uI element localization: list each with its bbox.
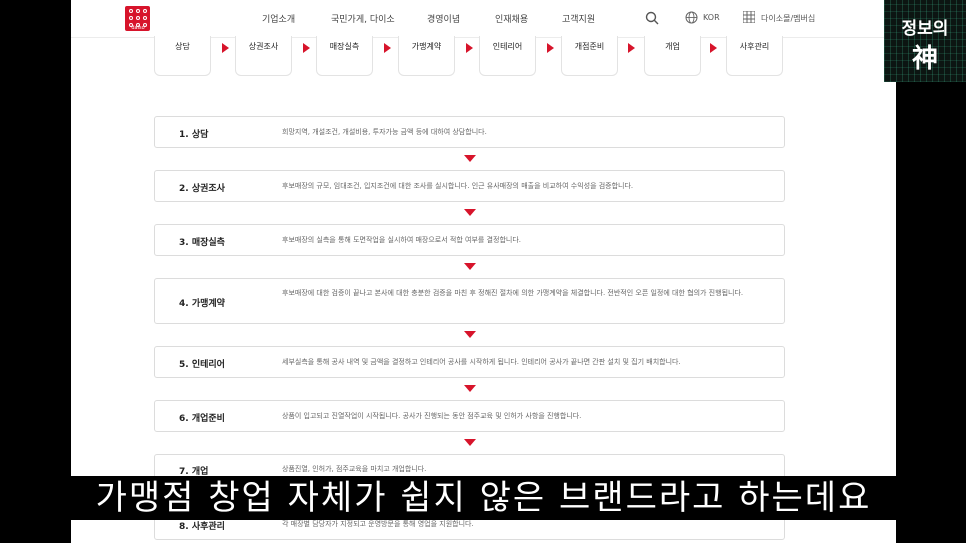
process-step-row: 5. 인테리어 세부실측을 통해 공사 내역 및 금액을 결정하고 인테리어 공… bbox=[154, 346, 785, 378]
logo-text: daiso bbox=[131, 25, 145, 31]
tab-step-1[interactable]: 상담 bbox=[154, 36, 211, 76]
step-title: 5. 인테리어 bbox=[179, 360, 225, 370]
nav-item-careers[interactable]: 인재채용 bbox=[495, 12, 528, 25]
tab-step-8[interactable]: 사후관리 bbox=[726, 36, 783, 76]
step-description: 희망지역, 개설조건, 개설비용, 투자가능 금액 등에 대하여 상담합니다. bbox=[282, 128, 487, 136]
arrow-right-icon bbox=[384, 43, 391, 53]
channel-logo-main-text: 神 bbox=[911, 44, 938, 74]
step-title: 3. 매장실측 bbox=[179, 238, 225, 248]
arrow-right-icon bbox=[547, 43, 554, 53]
process-step-row: 4. 가맹계약 후보매장에 대한 검증이 끝나고 본사에 대한 충분한 검증을 … bbox=[154, 278, 785, 324]
arrow-down-icon bbox=[464, 209, 476, 216]
shop-membership-link[interactable]: 다이소몰/멤버십 bbox=[761, 13, 815, 24]
arrow-right-icon bbox=[466, 43, 473, 53]
tab-step-7[interactable]: 개업 bbox=[644, 36, 701, 76]
step-description: 상품진열, 인허가, 점주교육을 마치고 개업합니다. bbox=[282, 465, 427, 473]
web-page: daiso 기업소개 국민가게, 다이소 경영이념 인재채용 고객지원 KOR … bbox=[71, 0, 896, 543]
language-selector[interactable]: KOR bbox=[703, 13, 720, 22]
video-subtitle: 가맹점 창업 자체가 쉽지 않은 브랜드라고 하는데요 bbox=[71, 476, 896, 520]
arrow-down-icon bbox=[464, 439, 476, 446]
tab-step-4[interactable]: 가맹계약 bbox=[398, 36, 455, 76]
nav-item-company[interactable]: 기업소개 bbox=[262, 12, 295, 25]
step-description: 세부실측을 통해 공사 내역 및 금액을 결정하고 인테리어 공사를 시작하게 … bbox=[282, 358, 681, 366]
process-step-row: 6. 개업준비 상품이 입고되고 진열작업이 시작됩니다. 공사가 진행되는 동… bbox=[154, 400, 785, 432]
process-step-row: 1. 상담 희망지역, 개설조건, 개설비용, 투자가능 금액 등에 대하여 상… bbox=[154, 116, 785, 148]
nav-item-philosophy[interactable]: 경영이념 bbox=[427, 12, 460, 25]
step-title: 1. 상담 bbox=[179, 130, 209, 140]
nav-item-support[interactable]: 고객지원 bbox=[562, 12, 595, 25]
step-description: 상품이 입고되고 진열작업이 시작됩니다. 공사가 진행되는 동안 점주교육 및… bbox=[282, 412, 582, 420]
search-icon[interactable] bbox=[645, 11, 659, 25]
process-step-row: 2. 상권조사 후보매장의 규모, 임대조건, 입지조건에 대한 조사를 실시합… bbox=[154, 170, 785, 202]
arrow-right-icon bbox=[628, 43, 635, 53]
step-title: 2. 상권조사 bbox=[179, 184, 225, 194]
step-title: 6. 개업준비 bbox=[179, 414, 225, 424]
arrow-down-icon bbox=[464, 331, 476, 338]
step-title: 4. 가맹계약 bbox=[179, 299, 225, 309]
step-title: 8. 사후관리 bbox=[179, 522, 225, 532]
channel-logo: 정보의 神 bbox=[884, 0, 966, 82]
arrow-down-icon bbox=[464, 155, 476, 162]
nav-item-store[interactable]: 국민가게, 다이소 bbox=[331, 12, 395, 25]
arrow-right-icon bbox=[222, 43, 229, 53]
step-description: 후보매장의 실측을 통해 도면작업을 실시하여 매장으로서 적합 여부를 결정합… bbox=[282, 236, 521, 244]
grid-menu-icon[interactable] bbox=[743, 11, 755, 23]
tab-step-5[interactable]: 인테리어 bbox=[479, 36, 536, 76]
process-step-row: 3. 매장실측 후보매장의 실측을 통해 도면작업을 실시하여 매장으로서 적합… bbox=[154, 224, 785, 256]
tab-step-3[interactable]: 매장실측 bbox=[316, 36, 373, 76]
step-description: 후보매장에 대한 검증이 끝나고 본사에 대한 충분한 검증을 마친 후 정해진… bbox=[282, 289, 744, 297]
arrow-right-icon bbox=[303, 43, 310, 53]
globe-icon[interactable] bbox=[685, 11, 698, 24]
arrow-right-icon bbox=[710, 43, 717, 53]
arrow-down-icon bbox=[464, 263, 476, 270]
tab-step-6[interactable]: 개점준비 bbox=[561, 36, 618, 76]
channel-logo-top-text: 정보의 bbox=[901, 19, 949, 39]
step-description: 후보매장의 규모, 임대조건, 입지조건에 대한 조사를 실시합니다. 인근 유… bbox=[282, 182, 634, 190]
tab-step-2[interactable]: 상권조사 bbox=[235, 36, 292, 76]
arrow-down-icon bbox=[464, 385, 476, 392]
